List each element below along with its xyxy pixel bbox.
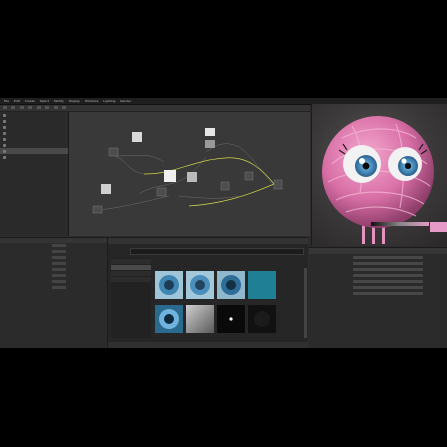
material-settings-panel (309, 247, 447, 348)
folder-item[interactable] (111, 271, 151, 276)
folder-item[interactable] (111, 259, 151, 264)
texture-browser-tabs (108, 238, 308, 244)
texture-thumbnail[interactable] (217, 305, 245, 333)
attribute-field[interactable] (52, 274, 66, 277)
shader-node[interactable] (156, 187, 167, 197)
status-strip (108, 342, 308, 348)
folder-list (111, 258, 151, 338)
attribute-field[interactable] (52, 250, 66, 253)
node-icon (3, 120, 6, 123)
node-icon (3, 150, 6, 153)
node-graph-canvas[interactable] (69, 112, 310, 236)
texture-node[interactable] (187, 172, 197, 182)
texture-node[interactable] (132, 132, 142, 142)
menu-windows[interactable]: Windows (85, 98, 98, 104)
node-icon (3, 144, 6, 147)
menu-create[interactable]: Create (25, 98, 35, 104)
setting-slider[interactable] (353, 256, 423, 259)
path-field[interactable] (130, 248, 304, 255)
tool-icon[interactable] (19, 106, 24, 109)
shader-node[interactable] (244, 171, 254, 181)
texture-browser-panel (108, 237, 308, 348)
graph-toolbar (0, 105, 310, 112)
scrollbar[interactable] (304, 268, 307, 338)
texture-thumbnail[interactable] (248, 271, 276, 299)
thumbnail-grid (155, 271, 303, 337)
node-icon (3, 132, 6, 135)
node-icon (3, 138, 6, 141)
attribute-row[interactable] (0, 285, 107, 291)
attribute-editor-panel (0, 237, 108, 348)
node-icon (3, 114, 6, 117)
texture-thumbnail[interactable] (217, 271, 245, 299)
setting-slider[interactable] (353, 286, 423, 289)
setting-slider[interactable] (353, 274, 423, 277)
menu-select[interactable]: Select (40, 98, 49, 104)
tool-icon[interactable] (53, 106, 58, 109)
tool-icon[interactable] (27, 106, 32, 109)
tool-icon[interactable] (61, 106, 66, 109)
texture-node[interactable] (164, 170, 176, 182)
menu-lighting[interactable]: Lighting (103, 98, 115, 104)
setting-slider[interactable] (353, 268, 423, 271)
menu-modify[interactable]: Modify (54, 98, 64, 104)
attribute-field[interactable] (52, 262, 66, 265)
tool-icon[interactable] (11, 106, 15, 109)
texture-node[interactable] (205, 140, 215, 148)
node-graph-editor[interactable] (69, 112, 310, 236)
texture-thumbnail[interactable] (248, 305, 276, 333)
shader-node[interactable] (108, 147, 119, 157)
attribute-field[interactable] (52, 244, 66, 247)
tool-icon[interactable] (36, 106, 41, 109)
folder-item-selected[interactable] (111, 265, 151, 270)
application-window: File Edit Create Select Modify Display W… (0, 98, 447, 348)
texture-thumbnail[interactable] (186, 305, 214, 333)
outliner-item[interactable] (0, 154, 68, 160)
menu-render[interactable]: Render (120, 98, 131, 104)
color-swatch[interactable] (430, 222, 447, 232)
texture-thumbnail[interactable] (155, 305, 183, 333)
setting-slider[interactable] (353, 280, 423, 283)
node-icon (3, 156, 6, 159)
attribute-field[interactable] (52, 268, 66, 271)
color-gradient-slider[interactable] (371, 222, 429, 226)
texture-node[interactable] (205, 128, 215, 136)
tool-icon[interactable] (44, 106, 49, 109)
shader-node[interactable] (92, 205, 103, 214)
menu-edit[interactable]: Edit (14, 98, 20, 104)
attribute-field[interactable] (52, 256, 66, 259)
menu-display[interactable]: Display (69, 98, 80, 104)
setting-slider[interactable] (353, 292, 423, 295)
node-icon (3, 126, 6, 129)
texture-node[interactable] (101, 184, 111, 194)
outliner-panel (0, 112, 69, 236)
tool-icon[interactable] (3, 106, 7, 109)
menu-file[interactable]: File (4, 98, 9, 104)
texture-thumbnail[interactable] (155, 271, 183, 299)
attribute-field[interactable] (52, 280, 66, 283)
folder-item[interactable] (111, 277, 151, 282)
output-node[interactable] (273, 179, 283, 190)
texture-thumbnail[interactable] (186, 271, 214, 299)
attribute-field[interactable] (52, 286, 66, 289)
setting-row[interactable] (309, 290, 447, 296)
shader-node[interactable] (220, 181, 230, 191)
setting-slider[interactable] (353, 262, 423, 265)
